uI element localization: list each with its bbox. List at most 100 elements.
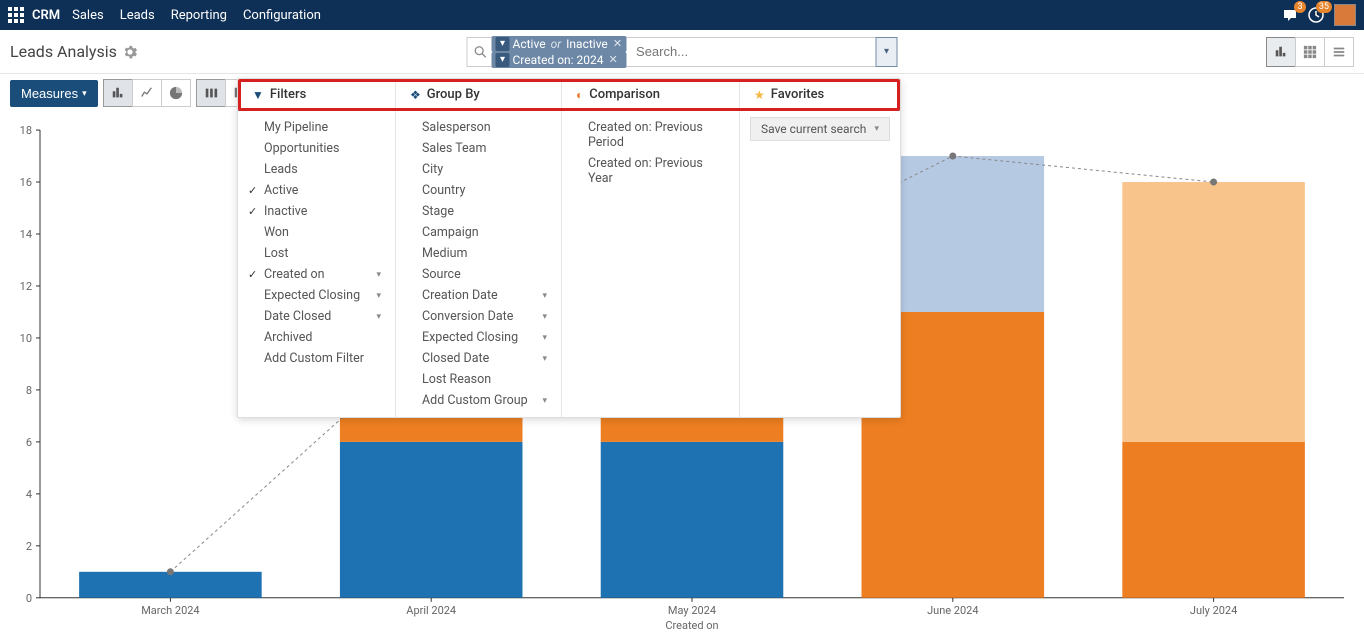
groupby-item[interactable]: Expected Closing▾ [396,327,561,348]
groupby-item[interactable]: Campaign [396,222,561,243]
nav-menu: Sales Leads Reporting Configuration [72,8,1282,23]
groupby-item[interactable]: Sales Team [396,138,561,159]
svg-text:18: 18 [20,124,32,137]
header-groupby: ❖Group By [396,79,562,110]
groupby-item[interactable]: Add Custom Group▾ [396,390,561,411]
svg-text:Created on: Created on [665,619,718,632]
svg-text:July 2024: July 2024 [1190,604,1237,617]
stacked-icon[interactable] [196,79,226,107]
groupby-item[interactable]: Lost Reason [396,369,561,390]
favorites-column: Save current search▾ [740,111,900,417]
control-row: Leads Analysis ▾ActiveorInactive✕▾Create… [0,30,1364,74]
caret-icon: ▾ [376,270,381,280]
filter-icon: ▼ [252,88,264,102]
apps-icon[interactable] [8,7,24,23]
search-facet[interactable]: ▾ActiveorInactive✕ [492,36,627,52]
groupby-item[interactable]: Salesperson [396,117,561,138]
groupby-item[interactable]: Creation Date▾ [396,285,561,306]
svg-text:12: 12 [20,280,32,293]
groupby-column: SalespersonSales TeamCityCountryStageCam… [396,111,562,417]
header-comparison: ◐Comparison [562,79,740,110]
messages-count: 3 [1294,1,1306,13]
svg-text:0: 0 [26,592,32,605]
messages-icon[interactable]: 3 [1282,7,1298,23]
groupby-item[interactable]: Medium [396,243,561,264]
search-input[interactable] [630,44,869,59]
groupby-item[interactable]: Conversion Date▾ [396,306,561,327]
remove-facet-icon[interactable]: ✕ [609,53,618,66]
header-filters: ▼Filters [238,79,396,110]
layers-icon: ❖ [410,88,421,102]
view-pivot[interactable] [1295,37,1325,67]
filter-item[interactable]: Won [238,222,395,243]
measures-button[interactable]: Measures ▾ [10,80,98,107]
filter-item[interactable]: Expected Closing▾ [238,285,395,306]
header-favorites: ★Favorites [740,79,900,110]
nav-leads[interactable]: Leads [120,8,155,23]
filter-item[interactable]: Add Custom Filter [238,348,395,369]
nav-sales[interactable]: Sales [72,8,104,23]
search-facet[interactable]: ▾Created on: 2024✕ [492,52,627,68]
groupby-item[interactable]: City [396,159,561,180]
svg-text:2: 2 [26,540,32,553]
search-dropdown: ▼Filters ❖Group By ◐Comparison ★Favorite… [237,78,901,418]
filter-icon: ▾ [496,37,510,51]
filter-item[interactable]: Active [238,180,395,201]
svg-text:8: 8 [26,384,32,397]
brand[interactable]: CRM [32,8,60,23]
search-icon [474,45,488,59]
svg-text:4: 4 [26,488,32,501]
caret-icon: ▾ [542,354,547,364]
filter-item[interactable]: Leads [238,159,395,180]
navbar: CRM Sales Leads Reporting Configuration … [0,0,1364,30]
search-options-toggle[interactable]: ▾ [876,37,898,67]
filters-column: My PipelineOpportunitiesLeadsActiveInact… [238,111,396,417]
caret-icon: ▾ [542,396,547,406]
gear-icon[interactable] [123,45,137,59]
filter-item[interactable]: My Pipeline [238,117,395,138]
caret-icon: ▾ [376,312,381,322]
dropdown-header: ▼Filters ❖Group By ◐Comparison ★Favorite… [238,79,900,111]
page-title: Leads Analysis [10,42,137,61]
search-wrap: ▾ActiveorInactive✕▾Created on: 2024✕ ▾ [467,37,898,67]
svg-text:6: 6 [26,436,32,449]
svg-text:June 2024: June 2024 [927,604,978,617]
nav-reporting[interactable]: Reporting [171,8,227,23]
svg-text:March 2024: March 2024 [141,604,199,617]
comparison-item[interactable]: Created on: Previous Year [562,153,739,189]
groupby-item[interactable]: Stage [396,201,561,222]
star-icon: ★ [754,88,765,102]
caret-icon: ▾ [542,333,547,343]
groupby-item[interactable]: Country [396,180,561,201]
svg-text:May 2024: May 2024 [668,604,716,617]
nav-configuration[interactable]: Configuration [243,8,321,23]
caret-icon: ▾ [542,291,547,301]
caret-icon: ▾ [376,291,381,301]
filter-item[interactable]: Created on▾ [238,264,395,285]
search-box[interactable]: ▾ActiveorInactive✕▾Created on: 2024✕ [467,37,877,67]
groupby-item[interactable]: Closed Date▾ [396,348,561,369]
svg-text:16: 16 [20,176,32,189]
view-switcher [1267,37,1354,67]
filter-item[interactable]: Inactive [238,201,395,222]
chart-bar-icon[interactable] [103,79,133,107]
save-search-item[interactable]: Save current search▾ [750,117,890,141]
chart-line-icon[interactable] [132,79,162,107]
svg-text:10: 10 [20,332,32,345]
svg-text:April 2024: April 2024 [406,604,456,617]
chart-pie-icon[interactable] [161,79,191,107]
view-graph[interactable] [1266,37,1296,67]
remove-facet-icon[interactable]: ✕ [613,37,622,50]
view-list[interactable] [1324,37,1354,67]
filter-item[interactable]: Archived [238,327,395,348]
activities-icon[interactable]: 35 [1308,7,1324,23]
filter-item[interactable]: Lost [238,243,395,264]
filter-icon: ▾ [496,53,510,67]
comparison-column: Created on: Previous PeriodCreated on: P… [562,111,740,417]
filter-item[interactable]: Opportunities [238,138,395,159]
contrast-icon: ◐ [576,88,583,102]
avatar[interactable] [1334,4,1356,26]
comparison-item[interactable]: Created on: Previous Period [562,117,739,153]
filter-item[interactable]: Date Closed▾ [238,306,395,327]
groupby-item[interactable]: Source [396,264,561,285]
